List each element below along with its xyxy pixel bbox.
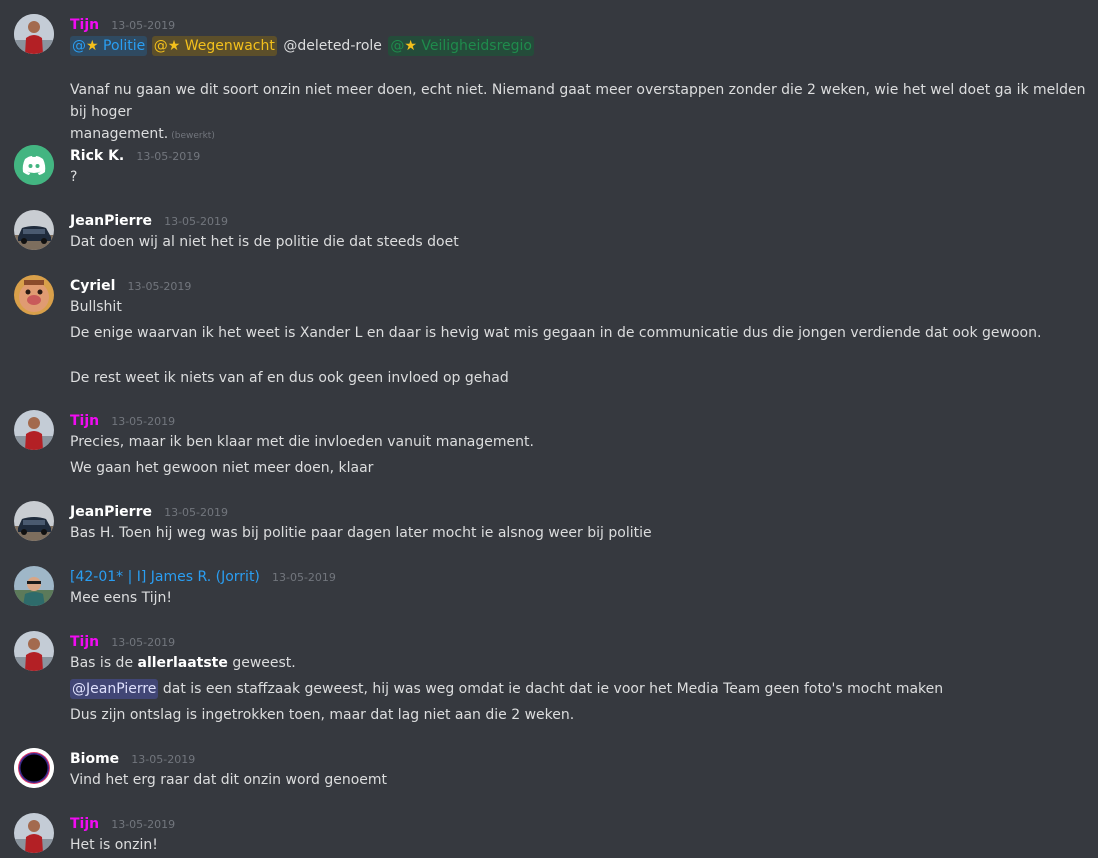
message-author[interactable]: [42-01* | I] James R. (Jorrit) [70, 569, 260, 585]
message: Tijn 13-05-2019 Precies, maar ik ben kla… [0, 410, 1098, 480]
message-text: Precies, maar ik ben klaar met die invlo… [70, 434, 534, 450]
message-author[interactable]: JeanPierre [70, 504, 152, 520]
message-text: De enige waarvan ik het weet is Xander L… [70, 325, 1042, 341]
message-text: Bas H. Toen hij weg was bij politie paar… [70, 525, 652, 541]
avatar[interactable] [14, 813, 54, 853]
message-author[interactable]: Biome [70, 751, 119, 767]
message-text: We gaan het gewoon niet meer doen, klaar [70, 460, 374, 476]
avatar[interactable] [14, 566, 54, 606]
message-text: Bas is de allerlaatste geweest. [70, 655, 296, 671]
message-text: ? [70, 169, 78, 185]
message-text: management. (bewerkt) [70, 126, 215, 142]
message-text: Bullshit [70, 299, 122, 315]
message-timestamp: 13-05-2019 [111, 818, 176, 831]
avatar[interactable] [14, 631, 54, 671]
avatar[interactable] [14, 14, 54, 54]
message-author[interactable]: Tijn [70, 17, 99, 33]
role-mention-wegenwacht[interactable]: @★ Wegenwacht [151, 36, 277, 56]
star-icon: ★ [404, 38, 417, 54]
message-timestamp: 13-05-2019 [127, 280, 192, 293]
role-mention-veiligheidsregio[interactable]: @★ Veiligheidsregio [388, 36, 534, 56]
message-author[interactable]: Tijn [70, 634, 99, 650]
message-timestamp: 13-05-2019 [131, 753, 196, 766]
user-mention[interactable]: @JeanPierre [70, 679, 159, 699]
message-author[interactable]: Tijn [70, 413, 99, 429]
message-timestamp: 13-05-2019 [136, 150, 201, 163]
message-text: Dus zijn ontslag is ingetrokken toen, ma… [70, 707, 575, 723]
message: Tijn 13-05-2019 Bas is de allerlaatste g… [0, 631, 1098, 726]
message: Cyriel 13-05-2019 Bullshit De enige waar… [0, 275, 1098, 387]
message-timestamp: 13-05-2019 [111, 19, 176, 32]
message-author[interactable]: JeanPierre [70, 213, 152, 229]
message-text: Mee eens Tijn! [70, 590, 172, 606]
message-text: De rest weet ik niets van af en dus ook … [70, 370, 509, 386]
role-mention-deleted[interactable]: @deleted-role [281, 36, 384, 56]
message-author[interactable]: Cyriel [70, 278, 115, 294]
message-timestamp: 13-05-2019 [164, 215, 229, 228]
message-author[interactable]: Tijn [70, 816, 99, 832]
avatar[interactable] [14, 210, 54, 250]
message: Rick K. 13-05-2019 ? [0, 145, 1098, 190]
avatar[interactable] [14, 748, 54, 788]
edited-label: (bewerkt) [171, 131, 215, 141]
star-icon: ★ [86, 38, 99, 54]
message-author[interactable]: Rick K. [70, 148, 124, 164]
message-timestamp: 13-05-2019 [272, 571, 336, 584]
avatar[interactable] [14, 275, 54, 315]
role-mention-politie[interactable]: @★ Politie [70, 36, 148, 56]
message-timestamp: 13-05-2019 [111, 415, 176, 428]
message: JeanPierre 13-05-2019 Dat doen wij al ni… [0, 210, 1098, 255]
message-text: Het is onzin! [70, 837, 158, 853]
message-text: Vind het erg raar dat dit onzin word gen… [70, 772, 388, 788]
message: JeanPierre 13-05-2019 Bas H. Toen hij we… [0, 501, 1098, 546]
avatar[interactable] [14, 410, 54, 450]
message-timestamp: 13-05-2019 [164, 506, 229, 519]
message: [42-01* | I] James R. (Jorrit) 13-05-201… [0, 566, 1098, 611]
bold-text: allerlaatste [137, 655, 228, 671]
discord-logo-icon [14, 145, 54, 185]
message: Tijn 13-05-2019 @★ Politie @★ Wegenwacht… [0, 14, 1098, 142]
message: Tijn 13-05-2019 Het is onzin! [0, 813, 1098, 858]
chat-message-list: Tijn 13-05-2019 @★ Politie @★ Wegenwacht… [0, 0, 1098, 858]
message: Biome 13-05-2019 Vind het erg raar dat d… [0, 748, 1098, 793]
message-text: Vanaf nu gaan we dit soort onzin niet me… [70, 82, 1086, 120]
avatar[interactable] [14, 145, 54, 185]
star-icon: ★ [167, 38, 181, 54]
avatar[interactable] [14, 501, 54, 541]
message-text: @JeanPierre dat is een staffzaak geweest… [70, 679, 944, 699]
message-text: Dat doen wij al niet het is de politie d… [70, 234, 459, 250]
message-timestamp: 13-05-2019 [111, 636, 176, 649]
